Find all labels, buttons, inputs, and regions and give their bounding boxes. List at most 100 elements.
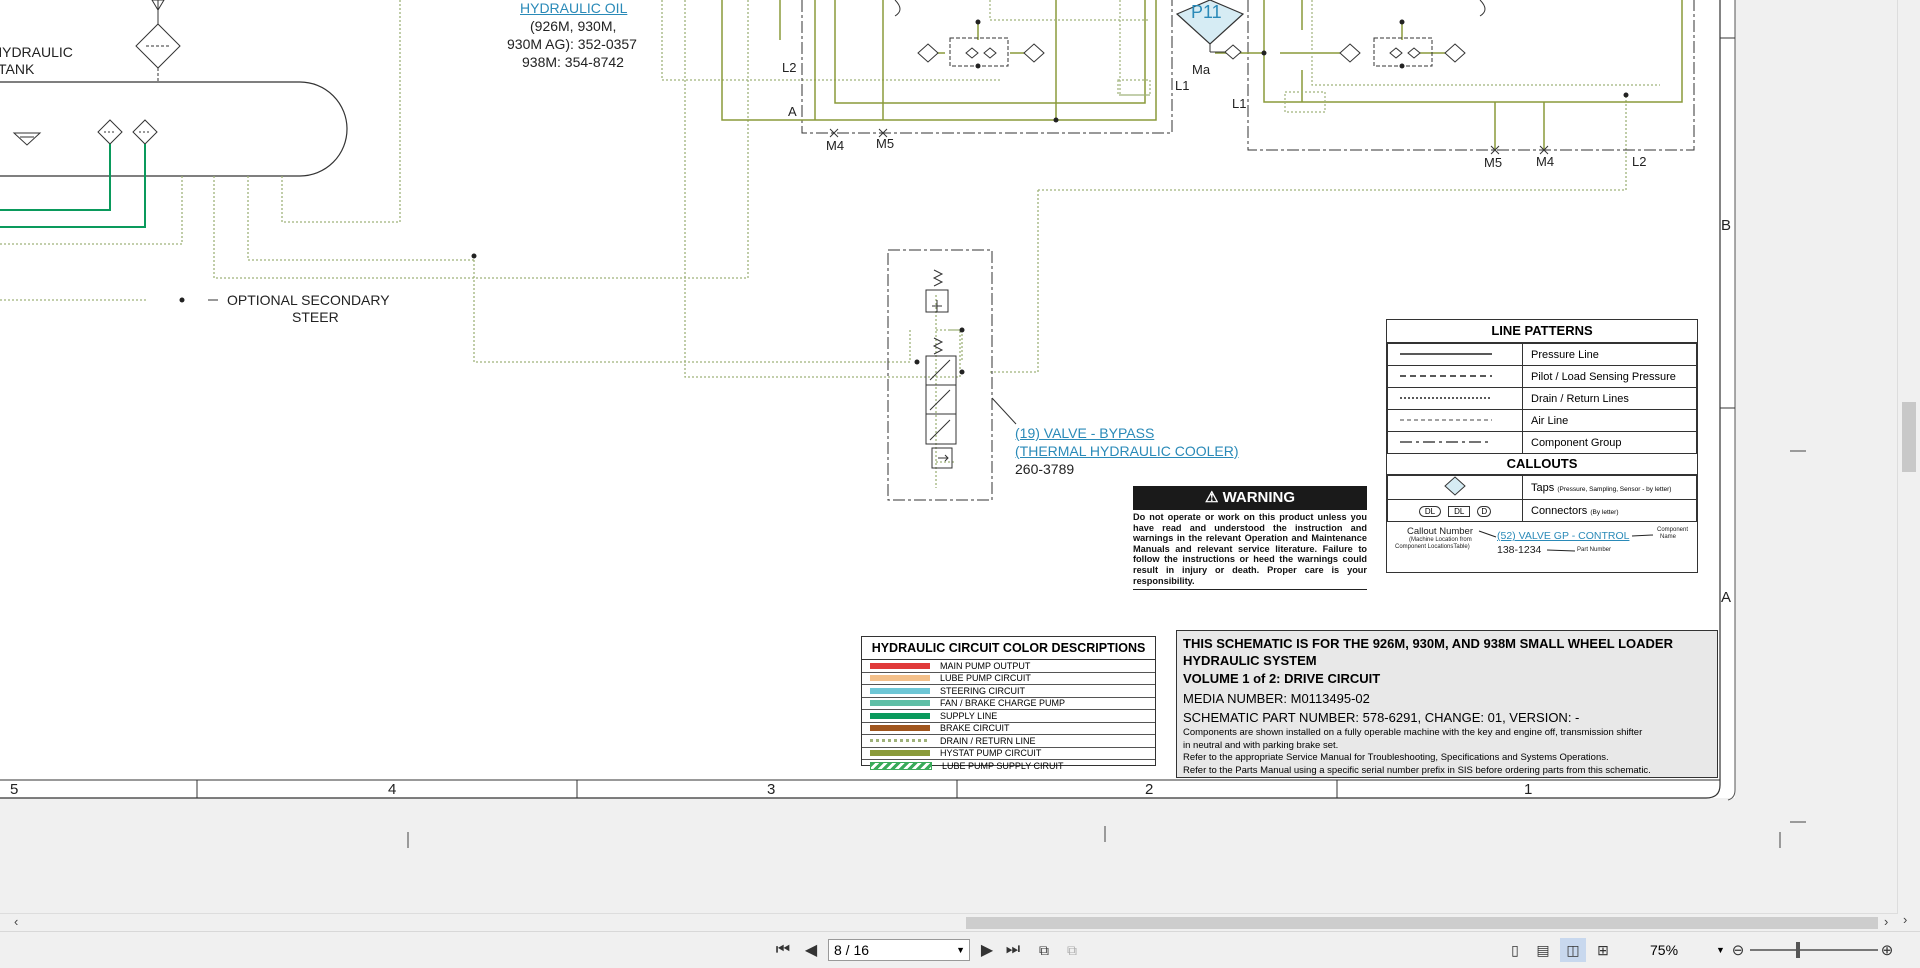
first-page-icon[interactable]: ⏮ [772, 938, 794, 962]
warning-icon: ⚠ [1204, 489, 1219, 506]
line-pattern-label: Air Line [1522, 409, 1697, 432]
port-a: A [788, 104, 797, 119]
zone-letter-a: A [1721, 589, 1732, 606]
document-viewport[interactable]: HYDRAULIC TANK OPTIONAL SECONDARY STEER … [0, 0, 1898, 913]
callout-arrows-icon [1478, 530, 1654, 552]
zoom-dropdown-icon[interactable]: ▼ [1716, 939, 1725, 961]
title-note-1: Components are shown installed on a full… [1183, 727, 1643, 738]
connectors-label: Connectors [1531, 504, 1588, 517]
port-m4-right: M4 [1536, 154, 1555, 169]
color-descriptions-legend: HYDRAULIC CIRCUIT COLOR DESCRIPTIONS MAI… [861, 636, 1156, 771]
color-description-row: STEERING CIRCUIT [862, 685, 1155, 698]
color-description-row: FAN / BRAKE CHARGE PUMP [862, 698, 1155, 710]
hydraulic-tank-label-1: HYDRAULIC [0, 44, 73, 60]
horizontal-scroll-thumb[interactable] [966, 917, 1878, 929]
page-number-input[interactable]: 8 / 16 ▼ [828, 939, 970, 961]
vertical-scroll-thumb[interactable] [1902, 402, 1916, 472]
color-description-label: STEERING CIRCUIT [940, 685, 1026, 696]
color-description-row: DRAIN / RETURN LINE [862, 735, 1155, 748]
callout-example: Callout Number (Machine Location from Co… [1387, 522, 1697, 564]
color-description-row: MAIN PUMP OUTPUT [862, 660, 1155, 673]
single-page-view-icon[interactable]: ▯ [1504, 938, 1526, 962]
hydraulic-oil-link[interactable]: HYDRAULIC OIL [520, 0, 627, 16]
previous-page-icon[interactable]: ◀ [800, 938, 822, 962]
warning-header: ⚠ WARNING [1133, 486, 1367, 510]
callouts-title: CALLOUTS [1387, 454, 1697, 475]
color-swatch [870, 687, 930, 694]
hydraulic-oil-line-1: (926M, 930M, [530, 18, 617, 34]
taps-label: Taps [1531, 481, 1555, 494]
bypass-valve-link-2[interactable]: (THERMAL HYDRAULIC COOLER) [1015, 443, 1239, 459]
line-pattern-label: Drain / Return Lines [1522, 387, 1697, 410]
color-swatch [870, 675, 930, 682]
page-dropdown-icon[interactable]: ▼ [956, 940, 965, 960]
port-m4-left: M4 [826, 138, 845, 153]
scroll-left-arrow-icon[interactable]: ‹ [14, 914, 18, 929]
zoom-slider[interactable] [1750, 942, 1878, 958]
bypass-valve-part-number: 260-3789 [1015, 461, 1075, 477]
warning-block: ⚠ WARNING Do not operate or work on this… [1133, 486, 1367, 591]
zoom-value: 75% [1650, 942, 1679, 958]
continuous-view-icon[interactable]: ▤ [1532, 938, 1554, 962]
bypass-valve-link-1[interactable]: (19) VALVE - BYPASS [1015, 425, 1154, 441]
color-description-label: LUBE PUMP SUPPLY CIRUIT [942, 760, 1064, 771]
title-part-number: SCHEMATIC PART NUMBER: 578-6291, CHANGE:… [1183, 710, 1580, 725]
color-descriptions-title: HYDRAULIC CIRCUIT COLOR DESCRIPTIONS [862, 637, 1155, 660]
facing-view-icon[interactable]: ◫ [1560, 938, 1586, 962]
color-swatch [870, 725, 930, 732]
connector-symbol: DL [1418, 505, 1442, 517]
connector-symbol: D [1477, 505, 1492, 517]
grid-number-5: 5 [10, 781, 19, 798]
connectors-note: (By letter) [1590, 508, 1619, 516]
grid-number-4: 4 [388, 781, 397, 798]
continuous-facing-view-icon[interactable]: ⊞ [1592, 938, 1614, 962]
zoom-level[interactable]: 75% ▼ [1650, 939, 1725, 961]
grid-number-3: 3 [767, 781, 776, 798]
horizontal-scrollbar[interactable]: ‹ › [0, 913, 1898, 932]
hydraulic-oil-line-2: 930M AG): 352-0357 [507, 36, 637, 52]
next-view-icon[interactable]: ⧉ [1060, 938, 1084, 962]
line-pattern-label: Pilot / Load Sensing Pressure [1522, 365, 1697, 388]
title-volume: VOLUME 1 of 2: DRIVE CIRCUIT [1183, 671, 1381, 686]
color-swatch [870, 662, 930, 669]
line-pattern-row: Air Line [1387, 409, 1697, 432]
title-line-2: HYDRAULIC SYSTEM [1183, 653, 1317, 668]
optional-secondary-steer-label-1: OPTIONAL SECONDARY [227, 292, 390, 308]
port-l1-right: L1 [1232, 96, 1247, 111]
color-description-label: LUBE PUMP CIRCUIT [940, 673, 1031, 684]
line-patterns-legend: LINE PATTERNS Pressure Line Pilot / Load… [1386, 319, 1698, 573]
line-pattern-label: Component Group [1522, 431, 1697, 454]
color-descriptions-list: MAIN PUMP OUTPUT LUBE PUMP CIRCUIT STEERIN… [862, 660, 1155, 772]
line-pattern-row: Component Group [1387, 431, 1697, 454]
color-description-row: SUPPLY LINE [862, 710, 1155, 723]
zoom-out-icon[interactable]: ⊖ [1729, 938, 1747, 962]
port-m5-left: M5 [876, 136, 895, 151]
navigation-toolbar: ⏮ ◀ 8 / 16 ▼ ▶ ⏭ ⧉ ⧉ ▯ ▤ ◫ ⊞ 75% ▼ ⊖ ⊕ [0, 931, 1920, 968]
color-swatch [870, 700, 930, 707]
color-description-row: BRAKE CIRCUIT [862, 723, 1155, 735]
optional-secondary-steer-label-2: STEER [292, 309, 339, 325]
line-patterns-table: Pressure Line Pilot / Load Sensing Press… [1387, 343, 1697, 454]
schematic-sheet: HYDRAULIC TANK OPTIONAL SECONDARY STEER … [0, 0, 1898, 913]
title-block: THIS SCHEMATIC IS FOR THE 926M, 930M, AN… [1176, 630, 1718, 778]
color-swatch [870, 739, 930, 743]
title-note-2: in neutral and with parking brake set. [1183, 739, 1339, 751]
zoom-in-icon[interactable]: ⊕ [1878, 938, 1896, 962]
tap-symbol-icon [1444, 476, 1466, 496]
warning-title: WARNING [1222, 489, 1296, 506]
scroll-down-arrow-icon[interactable]: › [1903, 912, 1907, 927]
title-note-4: Refer to the Parts Manual using a specif… [1183, 764, 1651, 776]
vertical-scrollbar[interactable] [1897, 0, 1920, 913]
port-l2-right: L2 [1632, 154, 1647, 169]
next-page-icon[interactable]: ▶ [976, 938, 998, 962]
zone-letter-b: B [1721, 217, 1732, 234]
color-swatch [870, 761, 932, 770]
grid-number-1: 1 [1524, 781, 1533, 798]
scroll-right-arrow-icon[interactable]: › [1884, 914, 1888, 929]
color-swatch [870, 712, 930, 719]
last-page-icon[interactable]: ⏭ [1002, 938, 1024, 962]
zoom-slider-thumb[interactable] [1796, 942, 1800, 958]
taps-note: (Pressure, Sampling, Sensor - by letter) [1557, 485, 1672, 493]
color-description-row: LUBE PUMP SUPPLY CIRUIT [862, 760, 1155, 772]
previous-view-icon[interactable]: ⧉ [1032, 938, 1056, 962]
